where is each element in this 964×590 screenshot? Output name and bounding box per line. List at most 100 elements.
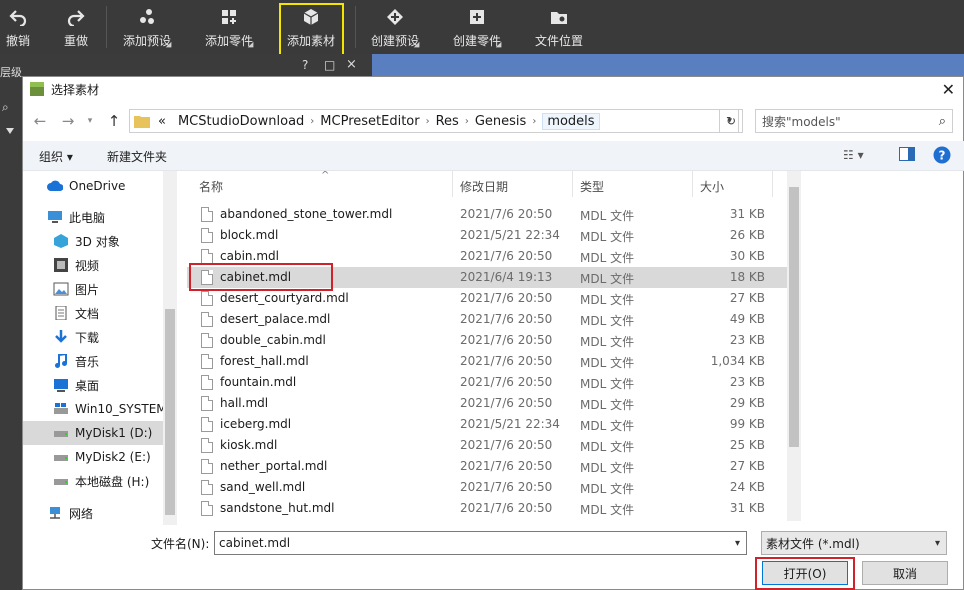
file-name: forest_hall.mdl xyxy=(220,354,309,368)
nav-item-desktop[interactable]: 桌面 xyxy=(23,373,177,397)
table-row[interactable]: desert_courtyard.mdl 2021/7/6 20:50 MDL 文件… xyxy=(187,288,787,309)
table-row[interactable]: abandoned_stone_tower.mdl 2021/7/6 20:50 M… xyxy=(187,204,787,225)
nav-item-label: 网络 xyxy=(69,506,94,521)
table-row[interactable]: forest_hall.mdl 2021/7/6 20:50 MDL 文件 1,034… xyxy=(187,351,787,372)
drive-icon xyxy=(54,479,68,485)
nav-item-mydisk2[interactable]: MyDisk2 (E:) xyxy=(23,445,177,469)
file-date: 2021/7/6 20:50 xyxy=(460,396,553,410)
table-row[interactable]: fountain.mdl 2021/7/6 20:50 MDL 文件 23 KB xyxy=(187,372,787,393)
nav-item-videos[interactable]: 视频 xyxy=(23,253,177,277)
create-part-button[interactable]: 创建零件 xyxy=(448,0,506,54)
file-icon xyxy=(201,459,213,474)
column-divider[interactable] xyxy=(452,171,453,197)
breadcrumb-genesis[interactable]: Genesis xyxy=(475,114,526,129)
table-row[interactable]: hall.mdl 2021/7/6 20:50 MDL 文件 29 KB xyxy=(187,393,787,414)
nav-item-pictures[interactable]: 图片 xyxy=(23,277,177,301)
drive-icon xyxy=(54,455,68,461)
help-button[interactable]: ? xyxy=(933,146,951,167)
table-row[interactable]: iceberg.mdl 2021/5/21 22:34 MDL 文件 99 KB xyxy=(187,414,787,435)
column-type-header[interactable]: 类型 xyxy=(580,178,604,195)
filetype-select[interactable]: 素材文件 (*.mdl) ▾ xyxy=(761,531,947,555)
app-icon xyxy=(30,82,44,96)
nav-scrollbar-thumb[interactable] xyxy=(165,309,175,515)
forward-arrow-icon: → xyxy=(61,112,75,130)
breadcrumb-res[interactable]: Res xyxy=(436,114,459,129)
dialog-close-button[interactable]: ✕ xyxy=(942,80,955,99)
table-row[interactable]: block.mdl 2021/5/21 22:34 MDL 文件 26 KB xyxy=(187,225,787,246)
nav-item-downloads[interactable]: 下载 xyxy=(23,325,177,349)
redo-icon xyxy=(67,10,85,26)
column-date-header[interactable]: 修改日期 xyxy=(460,178,508,195)
undo-button[interactable]: 撤销 xyxy=(2,0,34,54)
file-size: 30 KB xyxy=(729,249,765,263)
undo-icon xyxy=(9,10,27,26)
file-size: 31 KB xyxy=(729,207,765,221)
back-button[interactable]: ← xyxy=(29,110,51,132)
organize-button[interactable]: 组织 ▾ xyxy=(39,148,73,165)
breadcrumb-mcpreseteditor[interactable]: MCPresetEditor xyxy=(320,114,419,129)
add-part-button[interactable]: 添加零件 xyxy=(200,0,258,54)
table-row[interactable]: sandstone_hut.mdl 2021/7/6 20:50 MDL 文件 31 … xyxy=(187,498,787,519)
help-button[interactable]: ? xyxy=(302,58,308,72)
search-input[interactable]: 搜索"models" ⌕ xyxy=(755,109,953,133)
column-size-header[interactable]: 大小 xyxy=(700,178,724,195)
nav-item-3d-objects[interactable]: 3D 对象 xyxy=(23,229,177,253)
drive-icon xyxy=(54,403,68,414)
chevron-down-icon[interactable]: ▾ xyxy=(735,538,740,549)
file-name: abandoned_stone_tower.mdl xyxy=(220,207,393,221)
nav-item-local-disk-h[interactable]: 本地磁盘 (H:) xyxy=(23,469,177,493)
panel-close-button[interactable]: × xyxy=(346,57,357,72)
search-icon[interactable]: ⌕ xyxy=(2,100,16,114)
create-part-icon xyxy=(470,10,484,24)
create-preset-button[interactable]: 创建预设 xyxy=(366,0,424,54)
table-row[interactable]: nether_portal.mdl 2021/7/6 20:50 MDL 文件 27 … xyxy=(187,456,787,477)
nav-item-label: MyDisk2 (E:) xyxy=(75,450,151,464)
breadcrumb-chevron-icon: › xyxy=(464,115,469,127)
file-date: 2021/7/6 20:50 xyxy=(460,207,553,221)
nav-item-win10-system[interactable]: Win10_SYSTEM xyxy=(23,397,177,421)
nav-item-music[interactable]: 音乐 xyxy=(23,349,177,373)
expand-arrow-icon[interactable] xyxy=(6,128,14,134)
filetype-value: 素材文件 (*.mdl) xyxy=(766,536,860,551)
nav-item-documents[interactable]: 文档 xyxy=(23,301,177,325)
column-name-header[interactable]: 名称 xyxy=(199,178,223,195)
undo-label: 撤销 xyxy=(5,34,30,48)
breadcrumb-overflow[interactable]: « xyxy=(158,114,166,129)
column-divider[interactable] xyxy=(572,171,573,197)
breadcrumb-mcstudiodownload[interactable]: MCStudioDownload xyxy=(178,114,304,129)
create-part-label: 创建零件 xyxy=(452,34,501,48)
file-list-scrollbar-thumb[interactable] xyxy=(789,187,799,447)
nav-item-onedrive[interactable]: OneDrive xyxy=(23,174,177,198)
address-bar[interactable]: « MCStudioDownload › MCPresetEditor › Re… xyxy=(129,109,739,133)
forward-button[interactable]: → xyxy=(57,110,79,132)
refresh-button[interactable]: ↻ xyxy=(719,109,743,133)
cancel-button[interactable]: 取消 xyxy=(862,561,948,585)
table-row[interactable]: double_cabin.mdl 2021/7/6 20:50 MDL 文件 23 K… xyxy=(187,330,787,351)
table-row[interactable]: desert_palace.mdl 2021/7/6 20:50 MDL 文件 49 … xyxy=(187,309,787,330)
filename-input[interactable]: cabinet.mdl ▾ xyxy=(214,531,747,555)
table-row[interactable]: kiosk.mdl 2021/7/6 20:50 MDL 文件 25 KB xyxy=(187,435,787,456)
nav-item-network[interactable]: 网络 xyxy=(23,501,177,525)
add-preset-button[interactable]: 添加预设 xyxy=(118,0,176,54)
file-type: MDL 文件 xyxy=(580,440,635,454)
up-button[interactable]: ↑ xyxy=(103,110,125,132)
breadcrumb-models[interactable]: models xyxy=(542,112,600,130)
add-preset-label: 添加预设 xyxy=(122,34,171,48)
select-asset-dialog: 选择素材 ✕ ← → ▾ ↑ « MCStudioDownload › MCPr… xyxy=(22,76,964,590)
recent-locations-button[interactable]: ▾ xyxy=(79,110,101,132)
column-divider[interactable] xyxy=(692,171,693,197)
nav-item-this-pc[interactable]: 此电脑 xyxy=(23,205,177,229)
up-arrow-icon: ↑ xyxy=(107,112,121,130)
editor-toolbar: 撤销 重做 添加预设 添加零件 添加素材 创建预设 创建零件 文件位置 xyxy=(0,0,964,56)
new-folder-button[interactable]: 新建文件夹 xyxy=(107,148,167,165)
file-name: desert_palace.mdl xyxy=(220,312,331,326)
preview-pane-button[interactable] xyxy=(899,147,915,164)
create-preset-label: 创建预设 xyxy=(370,34,419,48)
file-location-button[interactable]: 文件位置 xyxy=(530,0,588,54)
table-row[interactable]: sand_well.mdl 2021/7/6 20:50 MDL 文件 24 KB xyxy=(187,477,787,498)
redo-button[interactable]: 重做 xyxy=(60,0,92,54)
column-divider[interactable] xyxy=(772,171,773,197)
view-options-button[interactable]: ☷ ▾ xyxy=(843,148,864,162)
float-button[interactable]: □ xyxy=(324,58,335,72)
nav-item-mydisk1[interactable]: MyDisk1 (D:) xyxy=(23,421,177,445)
